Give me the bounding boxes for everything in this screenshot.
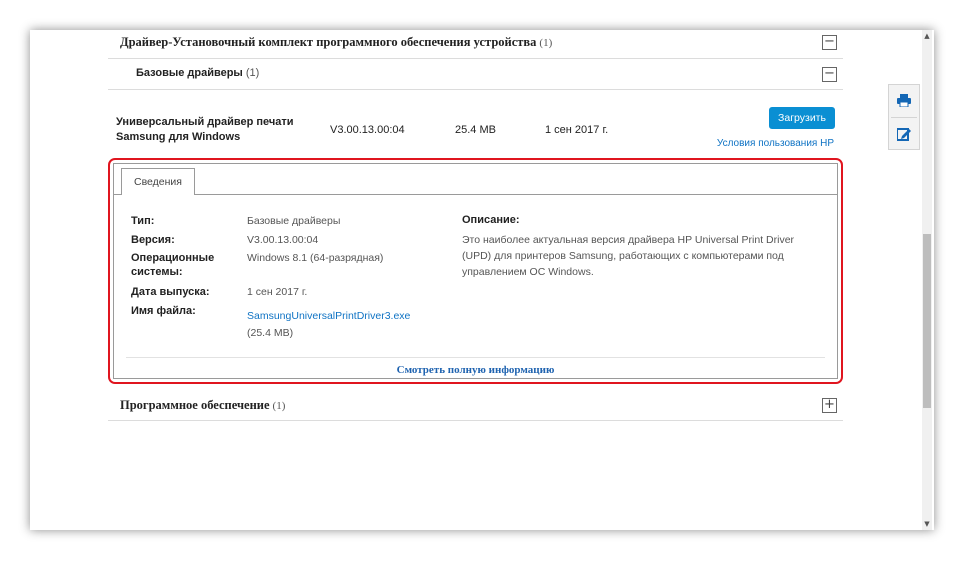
collapse-button[interactable]: − xyxy=(822,67,837,82)
terms-link[interactable]: Условия пользования HP xyxy=(717,138,834,149)
browser-viewport: Драйвер-Установочный комплект программно… xyxy=(30,30,934,530)
driver-date: 1 сен 2017 г. xyxy=(545,124,609,136)
scroll-thumb[interactable] xyxy=(923,234,931,408)
scroll-down-arrow-icon[interactable]: ▼ xyxy=(922,518,932,530)
expand-button[interactable]: + xyxy=(822,398,837,413)
file-size-value: (25.4 MB) xyxy=(247,327,294,339)
release-date-value: 1 сен 2017 г. xyxy=(247,286,308,298)
driver-size: 25.4 MB xyxy=(455,124,496,136)
description-label: Описание: xyxy=(462,214,520,226)
download-button[interactable]: Загрузить xyxy=(769,107,835,129)
version-value: V3.00.13.00:04 xyxy=(247,234,319,246)
section-driver-kit[interactable]: Драйвер-Установочный комплект программно… xyxy=(108,30,843,59)
edit-button[interactable] xyxy=(889,118,919,150)
file-name-label: Имя файла: xyxy=(131,305,196,317)
tab-details[interactable]: Сведения xyxy=(121,168,195,195)
section-count: (1) xyxy=(272,400,286,412)
page-content: Драйвер-Установочный комплект программно… xyxy=(108,30,843,530)
version-label: Версия: xyxy=(131,234,175,246)
print-button[interactable] xyxy=(889,85,919,117)
description-text: Это наиболее актуальная версия драйвера … xyxy=(462,234,795,278)
tab-divider xyxy=(114,194,837,195)
os-value: Windows 8.1 (64-разрядная) xyxy=(247,252,384,264)
printer-icon xyxy=(897,94,911,107)
driver-name: Универсальный драйвер печати Samsung для… xyxy=(116,116,294,143)
os-label: Операционные системы: xyxy=(131,252,215,278)
divider xyxy=(126,357,825,358)
scroll-up-arrow-icon[interactable]: ▲ xyxy=(922,30,932,42)
edit-icon xyxy=(897,128,911,141)
type-value: Базовые драйверы xyxy=(247,215,341,227)
collapse-button[interactable]: − xyxy=(822,35,837,50)
section-count: (1) xyxy=(245,67,260,79)
type-label: Тип: xyxy=(131,215,155,227)
details-panel: Сведения Тип: Базовые драйверы Версия: V… xyxy=(113,163,838,379)
vertical-scrollbar[interactable]: ▲ ▼ xyxy=(922,30,932,530)
file-name-link[interactable]: SamsungUniversalPrintDriver3.exe xyxy=(247,308,410,324)
side-toolbar xyxy=(888,84,920,150)
details-panel-highlight: Сведения Тип: Базовые драйверы Версия: V… xyxy=(108,158,843,384)
full-info-link[interactable]: Смотреть полную информацию xyxy=(114,364,837,376)
section-software[interactable]: Программное обеспечение (1) + xyxy=(108,392,843,421)
driver-row: Универсальный драйвер печати Samsung для… xyxy=(108,102,843,157)
section-basic-drivers[interactable]: Базовые драйверы (1) − xyxy=(108,59,843,90)
release-date-label: Дата выпуска: xyxy=(131,286,210,298)
section-title: Программное обеспечение (1) xyxy=(120,398,286,412)
section-title: Драйвер-Установочный комплект программно… xyxy=(120,35,553,49)
section-title: Базовые драйверы (1) xyxy=(136,67,260,79)
driver-version: V3.00.13.00:04 xyxy=(330,124,405,136)
section-count: (1) xyxy=(539,37,553,49)
